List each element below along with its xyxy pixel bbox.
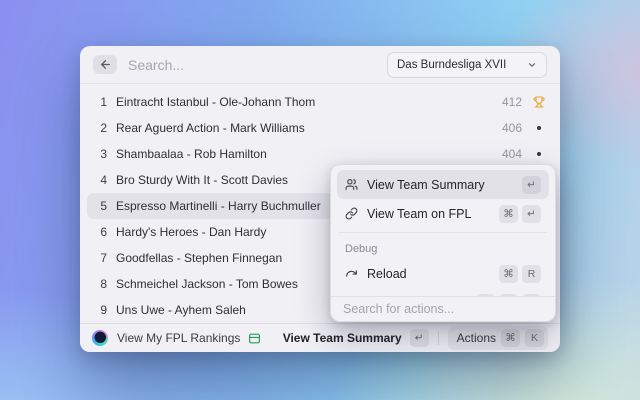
rank-number: 3 <box>93 147 107 161</box>
team-title: Rear Aguerd Action - Mark Williams <box>116 121 502 135</box>
back-button[interactable] <box>93 55 117 74</box>
return-key-icon: ↵ <box>522 205 541 223</box>
points-value: 412 <box>502 95 522 109</box>
rank-dot-icon <box>531 152 547 156</box>
link-icon <box>345 207 358 220</box>
actions-menu: View Team Summary ↵ View Team on FPL ⌘ ↵… <box>330 164 556 322</box>
reload-icon <box>345 267 358 280</box>
rank-number: 4 <box>93 173 107 187</box>
rank-number: 9 <box>93 303 107 317</box>
rank-number: 1 <box>93 95 107 109</box>
window-footer: View My FPL Rankings View Team Summary ↵… <box>80 323 560 352</box>
list-item[interactable]: 1 Eintracht Istanbul - Ole-Johann Thom 4… <box>87 89 553 115</box>
points-value: 404 <box>502 147 522 161</box>
league-dropdown-value: Das Burndesliga XVII <box>397 59 521 71</box>
rankings-card-icon <box>248 332 261 345</box>
back-arrow-icon <box>99 58 112 71</box>
menu-item-view-team-on-fpl[interactable]: View Team on FPL ⌘ ↵ <box>337 199 549 228</box>
command-title: View My FPL Rankings <box>117 331 240 345</box>
league-dropdown[interactable]: Das Burndesliga XVII <box>387 52 547 78</box>
rank-number: 8 <box>93 277 107 291</box>
rank-number: 7 <box>93 251 107 265</box>
menu-separator <box>339 232 547 233</box>
trophy-icon <box>531 96 547 108</box>
raycast-window: Search... Das Burndesliga XVII 1 Eintrac… <box>80 46 560 352</box>
points-value: 406 <box>502 121 522 135</box>
footer-divider <box>438 331 439 345</box>
fpl-logo-icon <box>92 330 108 346</box>
rank-dot-icon <box>531 126 547 130</box>
list-item[interactable]: 2 Rear Aguerd Action - Mark Williams 406 <box>87 115 553 141</box>
team-icon <box>345 178 358 191</box>
actions-label: Actions <box>457 331 496 345</box>
r-key-icon: R <box>522 265 541 283</box>
command-key-icon: ⌘ <box>499 265 518 283</box>
command-key-icon: ⌘ <box>499 205 518 223</box>
team-title: Eintracht Istanbul - Ole-Johann Thom <box>116 95 502 109</box>
menu-item-view-team-summary[interactable]: View Team Summary ↵ <box>337 170 549 199</box>
actions-button[interactable]: Actions ⌘ K <box>448 326 548 350</box>
team-title: Shambaalaa - Rob Hamilton <box>116 147 502 161</box>
actions-search-input[interactable]: Search for actions... <box>343 302 454 316</box>
rank-number: 6 <box>93 225 107 239</box>
k-key-icon: K <box>525 329 544 347</box>
actions-menu-footer: Search for actions... <box>331 296 555 321</box>
chevron-down-icon <box>527 60 537 70</box>
command-key-icon: ⌘ <box>501 329 520 347</box>
return-key-icon: ↵ <box>522 176 541 194</box>
search-header: Search... Das Burndesliga XVII <box>80 46 560 84</box>
rank-number: 2 <box>93 121 107 135</box>
menu-item-reload[interactable]: Reload ⌘ R <box>337 259 549 288</box>
rank-number: 5 <box>93 199 107 213</box>
primary-action-button[interactable]: View Team Summary <box>283 331 402 345</box>
search-input[interactable]: Search... <box>128 57 387 73</box>
menu-section-label: Debug <box>337 237 549 259</box>
actions-menu-body: View Team Summary ↵ View Team on FPL ⌘ ↵… <box>331 165 555 298</box>
return-key-icon: ↵ <box>410 329 429 347</box>
